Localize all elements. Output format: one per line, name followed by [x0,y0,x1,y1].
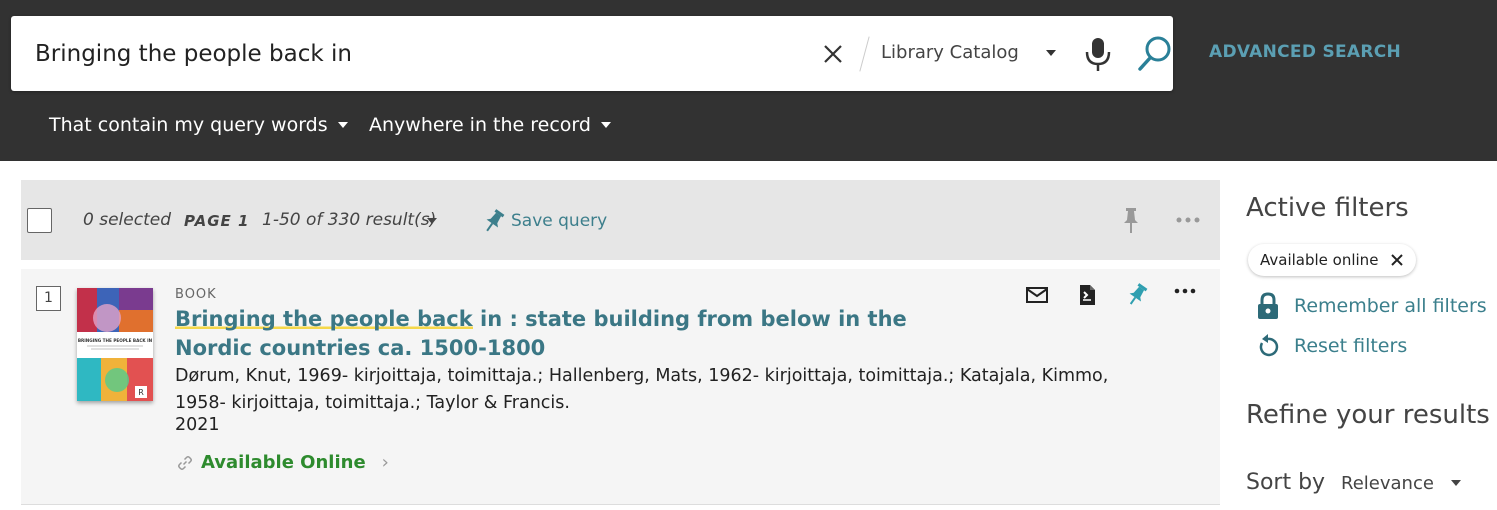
cover-title: BRINGING THE PEOPLE BACK IN [78,338,153,343]
search-field-label: Anywhere in the record [369,114,591,136]
chevron-down-icon [337,122,348,128]
select-all-checkbox[interactable] [27,208,52,233]
book-cover-thumbnail[interactable]: BRINGING THE PEOPLE BACK IN R [77,288,153,401]
chevron-down-icon[interactable] [1451,480,1461,486]
reset-icon [1259,334,1279,357]
svg-text:R: R [138,388,144,397]
reset-filters-button[interactable]: Reset filters [1256,333,1407,359]
search-box: Library Catalog [11,16,1173,91]
active-filters-heading: Active filters [1246,193,1409,223]
chevron-down-icon [600,122,611,128]
result-item: 1 BRINGING THE PEOPLE BACK IN R BOOK Bri… [21,269,1220,505]
page-indicator: PAGE 1 [184,212,250,230]
title-highlight: Bringing the people back [175,307,473,331]
reset-filters-label: Reset filters [1294,335,1408,357]
availability-label: Available Online [201,452,366,473]
search-input[interactable] [35,34,795,74]
top-bar: Library Catalog ADVANCED SEARCH That con… [0,0,1497,161]
save-query-button[interactable]: Save query [483,208,607,234]
result-number: 1 [36,286,61,311]
chevron-down-icon[interactable] [427,218,437,224]
remember-filters-label: Remember all filters [1294,295,1487,317]
advanced-search-link[interactable]: ADVANCED SEARCH [1209,42,1401,62]
filter-chip-label: Available online [1260,251,1379,269]
pin-icon [486,209,505,232]
close-icon[interactable] [1390,253,1404,267]
sort-by-label: Sort by [1246,470,1326,495]
refine-results-heading: Refine your results [1246,400,1490,430]
pin-icon[interactable] [1125,283,1149,307]
sort-select[interactable]: Relevance [1341,473,1434,494]
query-match-dropdown[interactable]: That contain my query words [49,114,348,136]
availability-link[interactable]: Available Online › [177,452,389,473]
search-field-dropdown[interactable]: Anywhere in the record [369,114,611,136]
citation-export-icon[interactable] [1075,283,1099,307]
chevron-right-icon: › [381,452,389,473]
chevron-down-icon[interactable] [1046,50,1056,56]
resource-type: BOOK [175,287,217,302]
more-options-icon[interactable] [1175,216,1201,224]
clear-icon[interactable] [821,42,845,66]
query-match-label: That contain my query words [49,114,328,136]
remember-filters-button[interactable]: Remember all filters [1256,292,1487,320]
save-query-label: Save query [511,211,608,231]
selected-count: 0 selected [83,210,171,230]
search-divider [859,36,870,72]
results-toolbar: 0 selected PAGE 1 1-50 of 330 result(s) … [21,180,1220,260]
link-icon [178,455,192,470]
active-filter-chip[interactable]: Available online [1248,244,1417,276]
result-title-link[interactable]: Bringing the people back in : state buil… [175,305,935,363]
email-icon[interactable] [1025,283,1049,307]
pin-icon[interactable] [1119,206,1143,234]
result-range[interactable]: 1-50 of 330 result(s) [262,210,436,230]
microphone-icon[interactable] [1083,34,1113,74]
result-authors: Dørum, Knut, 1969- kirjoittaja, toimitta… [175,366,1109,413]
result-year: 2021 [175,415,220,435]
lock-icon [1258,292,1278,319]
more-options-icon[interactable] [1173,283,1197,307]
scope-select[interactable]: Library Catalog [881,42,1019,63]
search-icon[interactable] [1136,34,1174,74]
